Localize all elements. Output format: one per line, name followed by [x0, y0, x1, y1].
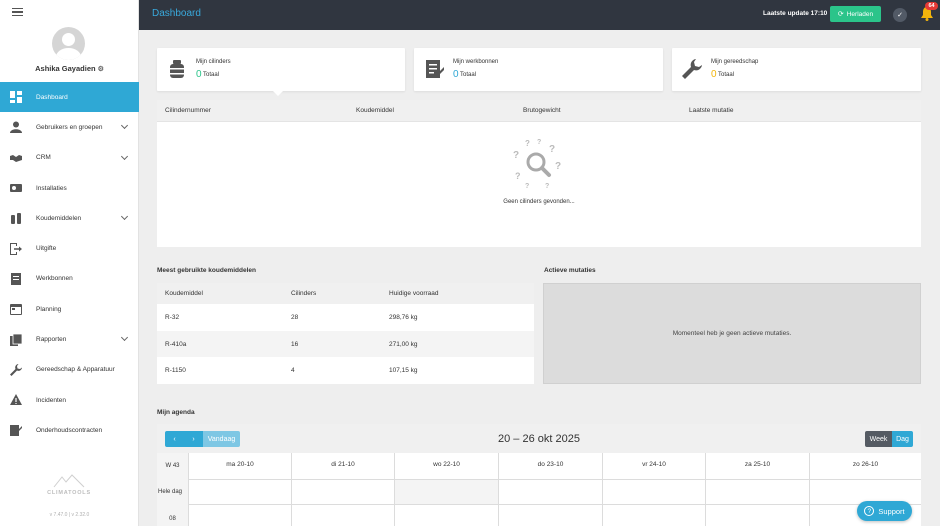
- calendar-icon: [10, 303, 22, 316]
- chevron-down-icon: [120, 334, 129, 342]
- table-row[interactable]: R-1150 4 107,15 kg: [157, 357, 534, 384]
- calendar-day-column[interactable]: wo 22-10: [394, 453, 498, 526]
- mountain-logo-icon: [53, 474, 85, 488]
- svg-text:?: ?: [549, 144, 555, 155]
- calendar-gutter: W 43 Hele dag 08: [157, 453, 188, 526]
- brand-logo: CLIMATOOLS: [40, 474, 98, 496]
- user-name[interactable]: Ashika Gayadien ⚙: [0, 64, 139, 73]
- agenda-calendar: ‹ › Vandaag 20 – 26 okt 2025 Week Dag W …: [157, 424, 921, 526]
- sidebar-item-planning[interactable]: Planning: [0, 294, 139, 324]
- handshake-icon: [10, 152, 22, 164]
- sidebar-item-rapporten[interactable]: Rapporten: [0, 324, 139, 354]
- cylinders-table: Cilindernummer Koudemiddel Brutogewicht …: [157, 100, 921, 247]
- table-header: Koudemiddel Cilinders Huidige voorraad: [157, 283, 534, 304]
- allday-label: Hele dag: [158, 489, 183, 495]
- week-number: W 43: [165, 463, 180, 469]
- dashboard-icon: [10, 91, 22, 104]
- agenda-title: Mijn agenda: [157, 409, 195, 416]
- checkout-icon: [10, 242, 22, 255]
- sidebar-item-uitgifte[interactable]: Uitgifte: [0, 233, 139, 263]
- svg-text:?: ?: [555, 161, 561, 172]
- hour-label: 08: [169, 516, 176, 522]
- contract-icon: [10, 424, 22, 437]
- calendar-grid: W 43 Hele dag 08 ma 20-10 di 21-10 wo 22…: [157, 453, 921, 526]
- avatar[interactable]: [52, 27, 85, 60]
- refrigerants-title: Meest gebruikte koudemiddelen: [157, 267, 256, 274]
- installation-icon: [10, 182, 22, 194]
- svg-text:?: ?: [525, 183, 529, 190]
- date-range: 20 – 26 okt 2025: [498, 433, 580, 445]
- week-view-button[interactable]: Week: [865, 431, 892, 447]
- sidebar-item-installaties[interactable]: Installaties: [0, 173, 139, 203]
- workorder-icon: [424, 59, 444, 79]
- stat-card-tools[interactable]: Mijn gereedschap 0 Totaal: [672, 48, 921, 91]
- stat-card-cylinders[interactable]: Mijn cilinders 0 Totaal: [157, 48, 405, 96]
- support-button[interactable]: ? Support: [857, 501, 912, 521]
- chevron-down-icon: [120, 122, 129, 130]
- table-row[interactable]: R-32 28 298,76 kg: [157, 304, 534, 331]
- refresh-icon: ⟳: [837, 11, 844, 18]
- day-view-button[interactable]: Dag: [892, 431, 913, 447]
- svg-text:?: ?: [513, 150, 519, 161]
- mutations-title: Actieve mutaties: [544, 267, 596, 274]
- question-icon: ?: [864, 506, 875, 516]
- check-icon[interactable]: ✓: [893, 8, 907, 22]
- empty-state-text: Geen cilinders gevonden...: [503, 199, 575, 205]
- calendar-day-column[interactable]: za 25-10: [705, 453, 809, 526]
- table-header: Cilindernummer Koudemiddel Brutogewicht …: [157, 100, 921, 122]
- wrench-icon: [682, 59, 702, 79]
- table-row[interactable]: R-410a 16 271,00 kg: [157, 330, 534, 358]
- stat-card-workorders[interactable]: Mijn werkbonnen 0 Totaal: [414, 48, 663, 91]
- cylinders-icon: [10, 212, 22, 225]
- empty-state-text: Momenteel heb je geen actieve mutaties.: [672, 330, 792, 337]
- page-title: Dashboard: [152, 8, 201, 19]
- chevron-down-icon: [120, 213, 129, 221]
- version-label: v 7.47.0 | v 2.32.0: [49, 512, 90, 518]
- sidebar: Ashika Gayadien ⚙ Dashboard Gebruikers en…: [0, 0, 139, 526]
- topbar: Dashboard Laatste update 17:10 ⟳ Herladen…: [139, 0, 940, 30]
- reload-button[interactable]: ⟳ Herladen: [830, 6, 881, 22]
- stat-value: 0: [711, 69, 717, 80]
- calendar-toolbar: ‹ › Vandaag 20 – 26 okt 2025 Week Dag: [157, 424, 921, 453]
- svg-text:?: ?: [515, 171, 521, 181]
- reports-icon: [10, 333, 22, 346]
- calendar-day-column[interactable]: di 21-10: [291, 453, 394, 526]
- sidebar-nav: Dashboard Gebruikers en groepen CRM Inst…: [0, 82, 139, 446]
- calendar-day-column[interactable]: do 23-10: [498, 453, 602, 526]
- gear-icon[interactable]: ⚙: [98, 66, 104, 73]
- users-icon: [10, 121, 22, 134]
- sidebar-item-onderhoudscontracten[interactable]: Onderhoudscontracten: [0, 415, 139, 445]
- calendar-day-column[interactable]: vr 24-10: [602, 453, 705, 526]
- sidebar-item-werkbonnen[interactable]: Werkbonnen: [0, 264, 139, 294]
- chevron-down-icon: [120, 152, 129, 160]
- mutations-panel: Momenteel heb je geen actieve mutaties.: [543, 283, 921, 384]
- svg-text:?: ?: [545, 183, 549, 190]
- wrench-icon: [10, 363, 22, 376]
- search-question-icon: ? ? ? ? ? ? ? ?: [513, 139, 561, 190]
- menu-toggle-icon[interactable]: [12, 8, 23, 17]
- svg-text:?: ?: [525, 139, 530, 148]
- last-update-label: Laatste update 17:10: [763, 10, 828, 17]
- cylinders-icon: [167, 59, 187, 79]
- svg-text:?: ?: [537, 139, 541, 146]
- stat-value: 0: [453, 69, 459, 80]
- stat-value: 0: [196, 69, 202, 80]
- sidebar-item-gereedschap[interactable]: Gereedschap & Apparatuur: [0, 355, 139, 385]
- refrigerants-table: Koudemiddel Cilinders Huidige voorraad R…: [157, 283, 534, 384]
- notification-badge: 64: [925, 2, 938, 10]
- warning-icon: [10, 394, 22, 406]
- sidebar-item-users[interactable]: Gebruikers en groepen: [0, 112, 139, 142]
- sidebar-item-incidenten[interactable]: Incidenten: [0, 385, 139, 415]
- sidebar-item-koudemiddelen[interactable]: Koudemiddelen: [0, 203, 139, 233]
- sidebar-item-dashboard[interactable]: Dashboard: [0, 82, 139, 113]
- calendar-day-column[interactable]: ma 20-10: [188, 453, 291, 526]
- sidebar-item-crm[interactable]: CRM: [0, 143, 139, 173]
- workorder-icon: [10, 272, 22, 285]
